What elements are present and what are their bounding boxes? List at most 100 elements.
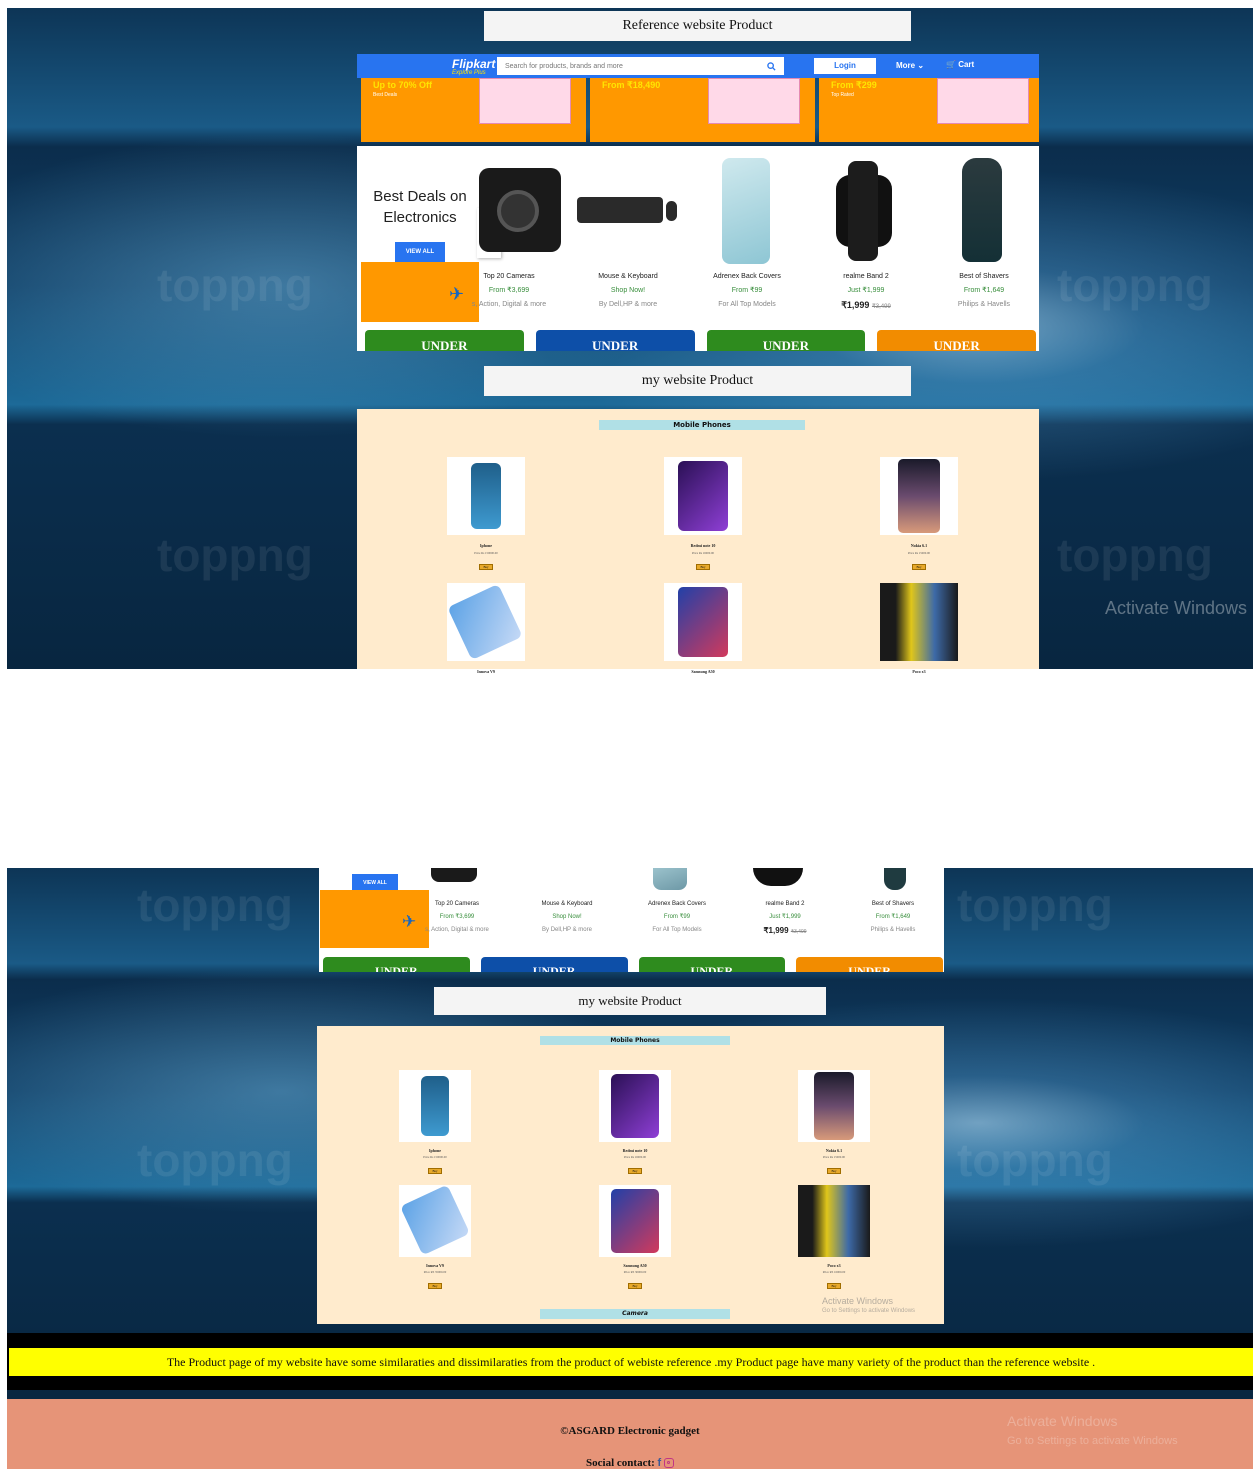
deal-name: Best of Shavers	[871, 901, 915, 907]
product-price: Price Rs 15000.00	[907, 551, 931, 555]
banner-subtitle: Best Deals	[373, 92, 398, 98]
buy-button[interactable]: Buy	[696, 564, 710, 570]
innova-phone-image[interactable]	[447, 583, 525, 661]
watermark: toppng	[157, 259, 313, 311]
product-name: Redmi note 10	[622, 1148, 648, 1153]
deal-item-mouse-keyboard[interactable]: Mouse & Keyboard Shop Now! By Dell,HP & …	[584, 270, 672, 312]
activate-windows-subtitle: Go to Settings to activate Windows	[1007, 1435, 1178, 1447]
iron-image	[937, 78, 1029, 124]
samsung-phone-image[interactable]	[599, 1185, 671, 1257]
camera-image[interactable]	[431, 868, 477, 882]
deal-item-back-covers[interactable]: Adrenex Back Covers From ₹99 For All Top…	[635, 898, 719, 937]
product-card: Innova V9	[427, 583, 545, 674]
camera-image[interactable]	[479, 168, 561, 252]
view-all-wrap: VIEW ALL	[352, 871, 398, 892]
login-button[interactable]: Login	[814, 58, 876, 74]
poco-phone-image[interactable]	[880, 583, 958, 661]
product-name: Poco x3	[827, 1263, 841, 1268]
view-all-button[interactable]: VIEW ALL	[395, 242, 445, 262]
under-tile[interactable]: UNDER	[638, 957, 786, 972]
buy-button[interactable]: Buy	[827, 1168, 841, 1174]
banner-card[interactable]: From ₹18,490	[590, 78, 815, 142]
deal-price: From ₹99	[731, 287, 763, 294]
deal-subtitle: By Dell,HP & more	[542, 927, 592, 933]
buy-button[interactable]: Buy	[428, 1283, 442, 1289]
facebook-icon[interactable]: f	[658, 1457, 662, 1469]
deal-subtitle: For All Top Models	[652, 927, 702, 933]
deal-item-realme-band[interactable]: realme Band 2 Just ₹1,999 ₹1,999 ₹3,499	[745, 898, 825, 939]
buy-button[interactable]: Buy	[479, 564, 493, 570]
smart-band-image[interactable]	[753, 868, 803, 886]
deal-name: Mouse & Keyboard	[541, 901, 593, 907]
innova-phone-image[interactable]	[399, 1185, 471, 1257]
iphone-image[interactable]	[447, 457, 525, 535]
under-tile[interactable]: UNDER	[535, 330, 695, 351]
deal-price: From ₹3,699	[439, 914, 475, 920]
buy-button[interactable]: Buy	[428, 1168, 442, 1174]
deal-item-realme-band[interactable]: realme Band 2 Just ₹1,999 ₹1,999 ₹3,499	[822, 270, 910, 314]
activate-windows-subtitle: Go to Settings to activate Windows	[822, 1308, 916, 1314]
more-menu[interactable]: More ⌄	[896, 61, 924, 70]
instagram-icon[interactable]	[663, 1458, 674, 1469]
mouse-image[interactable]	[666, 201, 677, 221]
view-all-wrap: VIEW ALL	[395, 240, 445, 262]
buy-button[interactable]: Buy	[912, 564, 926, 570]
deal-subtitle: Philips & Havells	[957, 301, 1011, 308]
logo-text: Flipkart	[452, 57, 496, 71]
back-cover-image[interactable]	[722, 158, 770, 264]
nokia-phone-image[interactable]	[798, 1070, 870, 1142]
product-name: Iphone	[428, 1148, 441, 1153]
product-name: Poco x3	[912, 669, 926, 674]
banner-card[interactable]: Up to 70% Off Best Deals	[361, 78, 586, 142]
product-name: Nokia 6.1	[825, 1148, 843, 1153]
flipkart-logo[interactable]: Flipkart Explore Plus	[452, 58, 495, 76]
search-icon[interactable]	[767, 61, 776, 71]
deal-price-now: ₹1,999 ₹3,499	[822, 298, 910, 314]
deal-item-shavers[interactable]: Best of Shavers From ₹1,649 Philips & Ha…	[940, 270, 1028, 312]
deal-item-cameras[interactable]: Top 20 Cameras From ₹3,699 s, Action, Di…	[470, 270, 548, 312]
search-input[interactable]: Search for products, brands and more	[497, 57, 784, 75]
best-deals-section-bottom: VIEW ALL ✈ Top 20 Cameras From ₹3,699 s,…	[319, 868, 944, 952]
product-name: Samsung A50	[691, 669, 715, 674]
under-tile[interactable]: UNDER	[706, 330, 866, 351]
under-row: UNDER UNDER UNDER UNDER	[357, 322, 1039, 351]
redmi-phone-image[interactable]	[599, 1070, 671, 1142]
shaver-image[interactable]	[962, 158, 1002, 262]
nokia-phone-image[interactable]	[880, 457, 958, 535]
deal-name: Top 20 Cameras	[483, 273, 535, 280]
shaver-image[interactable]	[884, 868, 906, 890]
smart-band-image[interactable]	[828, 161, 900, 261]
mobile-phones-heading: Mobile Phones	[540, 1036, 730, 1045]
deal-name: Adrenex Back Covers	[713, 273, 781, 280]
cart-link[interactable]: 🛒 Cart	[946, 60, 974, 69]
buy-button[interactable]: Buy	[628, 1168, 642, 1174]
deal-strike-price: ₹3,499	[871, 304, 891, 310]
banner-card[interactable]: From ₹299 Top Rated	[819, 78, 1039, 142]
deal-price: From ₹1,649	[963, 287, 1005, 294]
under-tile[interactable]: UNDER	[480, 957, 628, 972]
deal-name: realme Band 2	[843, 273, 889, 280]
deal-item-back-covers[interactable]: Adrenex Back Covers From ₹99 For All Top…	[702, 270, 792, 312]
deal-item-mouse-keyboard[interactable]: Mouse & Keyboard Shop Now! By Dell,HP & …	[527, 898, 607, 937]
redmi-phone-image[interactable]	[664, 457, 742, 535]
deal-item-cameras[interactable]: Top 20 Cameras From ₹3,699 s, Action, Di…	[423, 898, 491, 937]
deal-item-shavers[interactable]: Best of Shavers From ₹1,649 Philips & Ha…	[853, 898, 933, 937]
keyboard-image[interactable]	[577, 197, 663, 223]
under-tile[interactable]: UNDER	[877, 330, 1036, 351]
iphone-image[interactable]	[399, 1070, 471, 1142]
product-price: Price RS 16000.00	[822, 1270, 846, 1274]
camera-heading: Camera	[540, 1309, 730, 1319]
under-tile[interactable]: UNDER	[796, 957, 943, 972]
my-website-section: Mobile Phones Iphone Price Rs 150000.00 …	[357, 409, 1039, 674]
samsung-phone-image[interactable]	[664, 583, 742, 661]
under-tile[interactable]: UNDER	[323, 957, 470, 972]
product-card: Poco x3 Price RS 16000.00 Buy	[780, 1185, 888, 1292]
buy-button[interactable]: Buy	[827, 1283, 841, 1289]
poco-phone-image[interactable]	[798, 1185, 870, 1257]
my-website-section-bottom: Mobile Phones Iphone Price Rs 150000.00 …	[317, 1026, 944, 1324]
under-tile[interactable]: UNDER	[365, 330, 524, 351]
back-cover-image[interactable]	[653, 868, 687, 890]
buy-button[interactable]: Buy	[628, 1283, 642, 1289]
deal-subtitle: By Dell,HP & more	[598, 301, 658, 308]
product-card: Poco x3	[860, 583, 978, 674]
